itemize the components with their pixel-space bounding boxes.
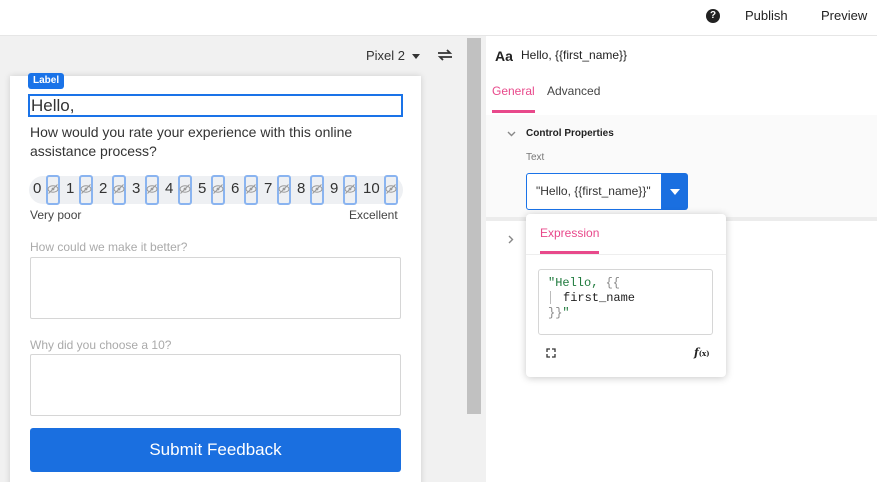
section-title: Control Properties <box>526 128 614 139</box>
eye-slash-icon <box>113 184 125 194</box>
expression-popover: Expression "Hello, {{ first_name }}" f(x… <box>526 214 726 377</box>
code-brace: }} <box>548 306 563 320</box>
text-type-icon: Aa <box>495 48 513 64</box>
eye-slash-icon <box>212 184 224 194</box>
code-line-1: "Hello, {{ <box>548 276 712 291</box>
rating-number-8[interactable]: 8 <box>297 180 305 197</box>
code-line-3: }}" <box>548 306 712 321</box>
rating-number-6[interactable]: 6 <box>231 180 239 197</box>
rating-number-5[interactable]: 5 <box>198 180 206 197</box>
function-icon[interactable]: f(x) <box>694 346 710 359</box>
eye-slash-icon <box>311 184 323 194</box>
rating-scale[interactable]: 0 1 2 3 4 5 6 7 8 9 10 <box>29 175 403 205</box>
canvas-scrollbar-thumb[interactable] <box>467 38 481 414</box>
device-bar: Pixel 2 <box>0 36 465 74</box>
code-line-2: first_name <box>548 291 712 306</box>
eye-slash-icon <box>179 184 191 194</box>
submit-feedback-button[interactable]: Submit Feedback <box>30 428 401 472</box>
reason-textarea[interactable] <box>30 354 401 416</box>
code-string: "Hello, <box>548 276 606 290</box>
scale-high-label: Excellent <box>349 208 398 222</box>
chevron-down-icon[interactable] <box>507 129 516 138</box>
rating-number-7[interactable]: 7 <box>264 180 272 197</box>
tab-general-indicator <box>492 110 535 113</box>
text-property-input[interactable]: "Hello, {{first_name}}" <box>526 173 662 210</box>
publish-button[interactable]: Publish <box>745 8 788 23</box>
eye-slash-icon <box>146 184 158 194</box>
rating-number-4[interactable]: 4 <box>165 180 173 197</box>
reason-question-label: Why did you choose a 10? <box>30 338 172 352</box>
rating-number-0[interactable]: 0 <box>33 180 41 197</box>
caret-down-icon <box>670 189 680 195</box>
chevron-right-icon[interactable] <box>506 235 515 244</box>
eye-slash-icon <box>385 184 397 194</box>
greeting-label[interactable]: Hello, <box>28 94 403 117</box>
tab-general[interactable]: General <box>492 84 535 98</box>
code-brace: {{ <box>605 276 621 290</box>
top-bar: ? Publish Preview <box>0 0 877 36</box>
text-property-label: Text <box>526 152 545 163</box>
code-variable: first_name <box>563 291 636 305</box>
scale-low-label: Very poor <box>30 208 82 222</box>
expand-icon[interactable] <box>546 348 556 358</box>
fx-subscript: (x) <box>698 349 710 358</box>
rating-question[interactable]: How would you rate your experience with … <box>30 123 390 161</box>
tab-advanced[interactable]: Advanced <box>547 84 600 98</box>
indent-guide <box>550 291 563 305</box>
selected-control-badge: Label <box>28 73 65 89</box>
text-property-dropdown[interactable] <box>662 173 688 210</box>
rating-number-9[interactable]: 9 <box>330 180 338 197</box>
expression-editor[interactable]: "Hello, {{ first_name }}" <box>538 269 713 335</box>
improve-textarea[interactable] <box>30 257 401 319</box>
preview-button[interactable]: Preview <box>821 8 867 23</box>
app-window: ? Publish Preview Pixel 2 Label Hello, H… <box>0 0 877 482</box>
rating-number-10[interactable]: 10 <box>363 180 380 197</box>
panel-title: Hello, {{first_name}} <box>521 48 628 62</box>
rotate-icon[interactable] <box>436 47 454 63</box>
eye-slash-icon <box>278 184 290 194</box>
rating-number-3[interactable]: 3 <box>132 180 140 197</box>
chevron-down-icon[interactable] <box>412 54 420 59</box>
popover-divider <box>526 254 726 255</box>
code-string: " <box>562 306 570 320</box>
help-icon[interactable]: ? <box>706 9 720 23</box>
eye-slash-icon <box>47 184 59 194</box>
rating-number-2[interactable]: 2 <box>99 180 107 197</box>
eye-slash-icon <box>80 184 92 194</box>
rating-number-1[interactable]: 1 <box>66 180 74 197</box>
eye-slash-icon <box>344 184 356 194</box>
eye-slash-icon <box>245 184 257 194</box>
tab-expression[interactable]: Expression <box>540 226 599 240</box>
device-selector[interactable]: Pixel 2 <box>366 48 405 63</box>
improve-question-label: How could we make it better? <box>30 240 188 254</box>
